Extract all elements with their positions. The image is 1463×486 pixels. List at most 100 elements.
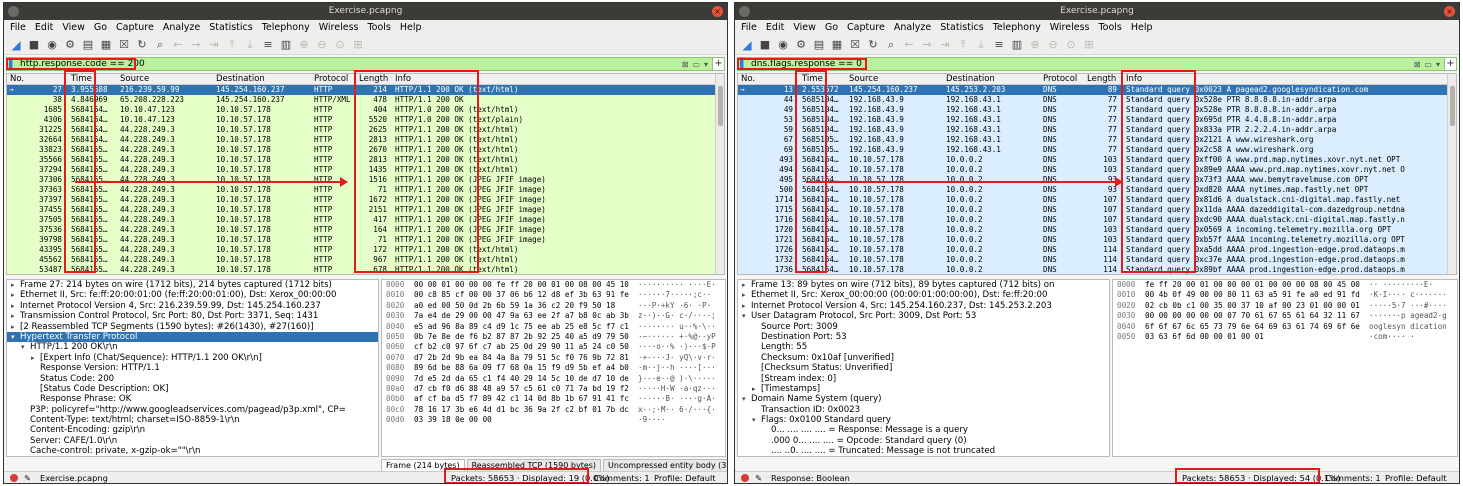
menu-tools[interactable]: Tools <box>367 22 390 33</box>
collapsed-caret-icon[interactable]: ▸ <box>742 290 751 300</box>
go-forward-icon[interactable]: → <box>188 37 204 53</box>
expanded-caret-icon[interactable]: ▾ <box>21 342 30 352</box>
shark-fin-start-icon[interactable]: ◢ <box>739 37 755 53</box>
menu-wireless[interactable]: Wireless <box>319 22 359 33</box>
go-to-packet-icon[interactable]: ⇥ <box>206 37 222 53</box>
resize-columns-icon[interactable]: ⊞ <box>350 37 366 53</box>
detail-row[interactable]: [Checksum Status: Unverified] <box>738 363 1109 373</box>
options-gear-icon[interactable]: ⚙ <box>793 37 809 53</box>
collapsed-caret-icon[interactable]: ▸ <box>742 280 751 290</box>
hex-row[interactable]: 0090 7d e5 2d da 65 c1 f4 40 29 14 5c 10 … <box>382 374 725 384</box>
collapsed-caret-icon[interactable]: ▸ <box>31 353 40 363</box>
first-packet-icon[interactable]: ⤒ <box>955 37 971 53</box>
packet-row[interactable]: 1715 5684154… 10.10.57.178 10.0.0.2 DNS 107 St… <box>738 205 1456 215</box>
detail-row[interactable]: ▸ Ethernet II, Src: Xerox_00:00:00 (00:00… <box>738 290 1109 300</box>
last-packet-icon[interactable]: ⤓ <box>242 37 258 53</box>
zoom-out-icon[interactable]: ⊖ <box>1045 37 1061 53</box>
menu-capture[interactable]: Capture <box>116 22 154 33</box>
detail-row[interactable]: ▾ Flags: 0x0100 Standard query <box>738 415 1109 425</box>
filter-history-dropdown-icon[interactable]: ▾ <box>704 60 708 69</box>
detail-row[interactable]: Content-Encoding: gzip\r\n <box>7 425 378 435</box>
open-file-icon[interactable]: ▤ <box>80 37 96 53</box>
detail-row[interactable]: ▸ Internet Protocol Version 4, Src: 145.2… <box>738 301 1109 311</box>
packet-row[interactable]: 37536 5684155… 44.228.249.3 10.10.57.178 HTT… <box>7 225 724 235</box>
detail-row[interactable]: ▾ Hypertext Transfer Protocol <box>7 331 378 343</box>
close-window-button[interactable]: × <box>1444 6 1455 17</box>
detail-row[interactable]: Status Code: 200 <box>7 374 378 384</box>
normal-size-icon[interactable]: ⊙ <box>1063 37 1079 53</box>
expanded-caret-icon[interactable]: ▾ <box>752 415 761 425</box>
detail-row[interactable]: ▸ [Timestamps] <box>738 384 1109 394</box>
shark-fin-start-icon[interactable]: ◢ <box>8 37 24 53</box>
expanded-caret-icon[interactable]: ▾ <box>11 332 20 342</box>
collapsed-caret-icon[interactable]: ▸ <box>11 311 20 321</box>
packet-row[interactable]: 69 5685105… 192.168.43.9 192.168.43.1 DNS 77 S… <box>738 145 1456 155</box>
zoom-out-icon[interactable]: ⊖ <box>314 37 330 53</box>
packet-row[interactable]: 39798 5684155… 44.228.249.3 10.10.57.178 HTT… <box>7 235 724 245</box>
packet-row[interactable]: 1720 5684154… 10.10.57.178 10.0.0.2 DNS 103 St… <box>738 225 1456 235</box>
menu-telephony[interactable]: Telephony <box>993 22 1041 33</box>
hex-row[interactable]: 0070 d7 2b 2d 9b ea 84 4a 8a 79 51 5c f0 … <box>382 353 725 363</box>
hex-row[interactable]: 0020 a0 ed 00 50 0d 2b 6b 59 1a 36 c2 20 … <box>382 301 725 311</box>
clear-filter-icon[interactable]: ⊠ <box>682 60 689 69</box>
packet-row[interactable]: 53 5685104… 192.168.43.9 192.168.43.1 DNS 77 S… <box>738 115 1456 125</box>
packet-row[interactable]: 53487 5684155… 44.228.249.3 10.10.57.178 HTT… <box>7 265 724 274</box>
hex-row[interactable]: 0050 03 63 6f 6d 00 00 01 00 01 ·com···· · <box>1113 332 1457 342</box>
save-file-icon[interactable]: ▦ <box>98 37 114 53</box>
packet-row[interactable]: 67 5685105… 192.168.43.9 192.168.43.1 DNS 77 S… <box>738 135 1456 145</box>
colorize-icon[interactable]: ▥ <box>278 37 294 53</box>
bookmark-icon[interactable]: ▌ <box>9 59 19 69</box>
display-filter-input[interactable]: http.response.code == 200 <box>19 59 682 69</box>
autoscroll-icon[interactable]: ≡ <box>991 37 1007 53</box>
open-file-icon[interactable]: ▤ <box>811 37 827 53</box>
column-header-time[interactable]: Time <box>71 74 92 85</box>
hex-row[interactable]: 0000 00 00 01 00 00 00 fe ff 20 00 01 00 … <box>382 280 725 290</box>
column-header-destination[interactable]: Destination <box>216 74 265 85</box>
menu-analyze[interactable]: Analyze <box>894 22 931 33</box>
hex-row[interactable]: 0050 0b 7e 8e de f6 b2 87 87 2b 92 25 40 … <box>382 332 725 342</box>
first-packet-icon[interactable]: ⤒ <box>224 37 240 53</box>
packet-row[interactable]: 33823 5684155… 44.228.249.3 10.10.57.178 HTT… <box>7 145 724 155</box>
hex-row[interactable]: 0080 89 6d be 88 6a 09 f7 68 0a 15 f9 d9 … <box>382 363 725 373</box>
menu-capture[interactable]: Capture <box>847 22 885 33</box>
hex-row[interactable]: 00c0 78 16 17 3b e6 4d d1 bc 36 9a 2f c2 … <box>382 405 725 415</box>
collapsed-caret-icon[interactable]: ▸ <box>11 280 20 290</box>
packet-row[interactable]: 37306 5684155… 44.228.249.3 10.10.57.178 HTT… <box>7 175 724 185</box>
hex-row[interactable]: 00d0 03 39 18 0e 00 00 ·9···· <box>382 415 725 425</box>
go-to-packet-icon[interactable]: ⇥ <box>937 37 953 53</box>
column-header-source[interactable]: Source <box>120 74 149 85</box>
detail-row[interactable]: .... ..0. .... .... = Truncated: Message… <box>738 446 1109 456</box>
detail-row[interactable]: Destination Port: 53 <box>738 332 1109 342</box>
detail-row[interactable]: ▸ [Expert Info (Chat/Sequence): HTTP/1.1 … <box>7 353 378 363</box>
detail-row[interactable]: ▾ HTTP/1.1 200 OK\r\n <box>7 342 378 352</box>
detail-row[interactable]: Checksum: 0x10af [unverified] <box>738 353 1109 363</box>
scrollbar-thumb[interactable] <box>718 86 723 126</box>
hex-row[interactable]: 0010 00 c8 85 cf 00 00 37 06 b6 12 d8 ef … <box>382 290 725 300</box>
go-back-icon[interactable]: ← <box>901 37 917 53</box>
menu-file[interactable]: File <box>741 22 757 33</box>
restart-capture-icon[interactable]: ◉ <box>44 37 60 53</box>
detail-row[interactable]: ▾ User Datagram Protocol, Src Port: 3009,… <box>738 311 1109 321</box>
hex-row[interactable]: 0010 00 4b 0f 49 00 00 80 11 63 a5 91 fe … <box>1113 290 1457 300</box>
options-gear-icon[interactable]: ⚙ <box>62 37 78 53</box>
find-packet-icon[interactable]: ⌕ <box>152 37 168 53</box>
detail-row[interactable]: ▸ Transmission Control Protocol, Src Port… <box>7 311 378 321</box>
packet-row[interactable]: 43395 5684155… 44.228.249.3 10.10.57.178 HTT… <box>7 245 724 255</box>
restart-capture-icon[interactable]: ◉ <box>775 37 791 53</box>
go-back-icon[interactable]: ← <box>170 37 186 53</box>
maximize-window-button[interactable] <box>739 6 750 17</box>
go-forward-icon[interactable]: → <box>919 37 935 53</box>
detail-row[interactable]: ▸ [2 Reassembled TCP Segments (1590 bytes… <box>7 322 378 332</box>
column-header-length[interactable]: Length <box>1087 74 1116 85</box>
menu-edit[interactable]: Edit <box>35 22 53 33</box>
hex-row[interactable]: 0000 fe ff 20 00 01 00 00 00 01 00 00 00 … <box>1113 280 1457 290</box>
menu-telephony[interactable]: Telephony <box>262 22 310 33</box>
packet-row[interactable]: 1714 5684154… 10.10.57.178 10.0.0.2 DNS 107 St… <box>738 195 1456 205</box>
detail-row[interactable]: Cache-control: private, x-gzip-ok=""\r\n <box>7 446 378 456</box>
expert-info-status-icon[interactable] <box>741 474 749 482</box>
hex-row[interactable]: 0040 e5 ad 96 8a 89 c4 d9 1c 75 ee ab 25 … <box>382 322 725 332</box>
zoom-in-icon[interactable]: ⊕ <box>296 37 312 53</box>
packet-row[interactable]: 49 5685104… 192.168.43.9 192.168.43.1 DNS 77 S… <box>738 105 1456 115</box>
detail-row[interactable]: Response Version: HTTP/1.1 <box>7 363 378 373</box>
bytes-tab[interactable]: Frame (214 bytes) <box>381 459 465 471</box>
